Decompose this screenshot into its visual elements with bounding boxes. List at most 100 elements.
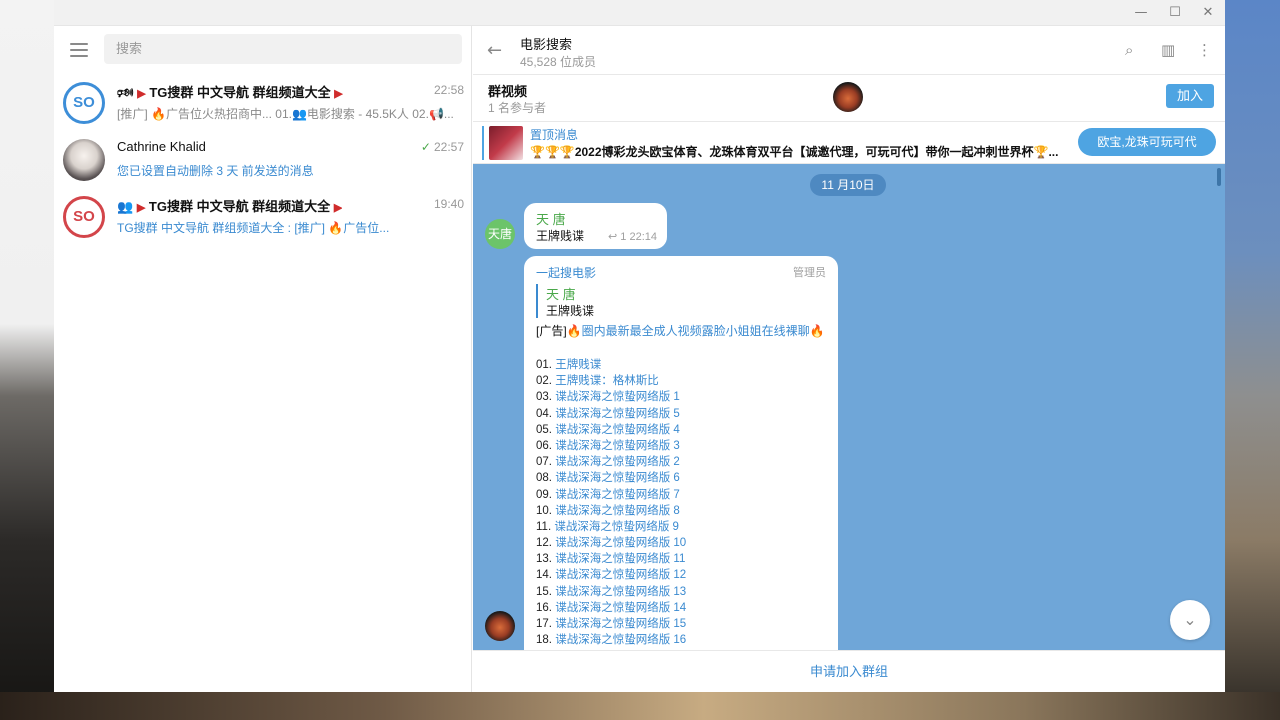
episode-item: 09. 谍战深海之惊蛰网络版 7 [536, 486, 686, 502]
sidebar-toggle-icon[interactable]: ▥ [1161, 41, 1175, 59]
episode-link[interactable]: 王牌贱谍 [555, 359, 601, 371]
episode-link[interactable]: 谍战深海之惊蛰网络版 3 [555, 440, 680, 452]
search-icon[interactable]: ⌕ [1125, 41, 1133, 59]
chat-list-item[interactable]: SO 👥 ▶ TG搜群 中文导航 群组频道大全 ▶ 19:40 TG搜群 中文导… [54, 188, 472, 245]
scrollbar[interactable] [1217, 168, 1221, 186]
episode-link[interactable]: 谍战深海之惊蛰网络版 2 [555, 456, 680, 468]
pinned-message-bar[interactable]: 置顶消息 🏆🏆🏆2022博彩龙头欧宝体育、龙珠体育双平台【诚邀代理，可玩可代】带… [473, 122, 1225, 164]
message-area[interactable]: 11 月10日 天唐 天 唐 王牌贱谍 ↩ 1 22:14 一起搜电影 管理员 … [473, 164, 1225, 650]
telegram-window: — ☐ ✕ 搜索 SO 🕬 ▶ TG搜群 中文导航 群组频道大全 ▶ 22:58… [54, 0, 1225, 692]
pin-indicator [482, 126, 484, 160]
episode-number: 09. [536, 488, 552, 501]
quote-sender: 天 唐 [546, 287, 576, 302]
chat-name: Cathrine Khalid [117, 139, 206, 154]
close-button[interactable]: ✕ [1199, 4, 1217, 22]
episode-item: 11. 谍战深海之惊蛰网络版 9 [536, 518, 686, 534]
episode-link[interactable]: 谍战深海之惊蛰网络版 7 [555, 489, 680, 501]
search-input[interactable]: 搜索 [104, 34, 462, 64]
more-options-icon[interactable]: ⋮ [1197, 41, 1212, 59]
avatar[interactable]: 天唐 [485, 219, 515, 249]
reply-count[interactable]: ↩ 1 [608, 231, 626, 243]
episode-item: 05. 谍战深海之惊蛰网络版 4 [536, 421, 686, 437]
pinned-action-button[interactable]: 欧宝,龙珠可玩可代 [1078, 128, 1216, 156]
message-bubble: 天 唐 王牌贱谍 ↩ 1 22:14 [524, 203, 667, 249]
episode-number: 11. [536, 520, 552, 533]
episode-item: 18. 谍战深海之惊蛰网络版 16 [536, 631, 686, 647]
chat-list-item[interactable]: Cathrine Khalid ✓ 22:57 您已设置自动删除 3 天 前发送的… [54, 131, 472, 188]
episode-number: 02. [536, 375, 552, 388]
episode-link[interactable]: 谍战深海之惊蛰网络版 8 [555, 505, 680, 517]
chat-list-item[interactable]: SO 🕬 ▶ TG搜群 中文导航 群组频道大全 ▶ 22:58 [推广] 🔥广告… [54, 74, 472, 131]
episode-link[interactable]: 谍战深海之惊蛰网络版 15 [555, 618, 686, 630]
episode-link[interactable]: 谍战深海之惊蛰网络版 14 [555, 602, 686, 614]
maximize-button[interactable]: ☐ [1166, 4, 1184, 22]
chat-time: 19:40 [433, 197, 464, 211]
read-check-icon: ✓ [420, 140, 431, 154]
episode-link[interactable]: 谍战深海之惊蛰网络版 13 [555, 586, 686, 598]
chat-title[interactable]: 电影搜索 [520, 34, 572, 53]
back-arrow-icon[interactable]: ← [487, 40, 502, 61]
episode-item: 17. 谍战深海之惊蛰网络版 15 [536, 615, 686, 631]
episode-link[interactable]: 谍战深海之惊蛰网络版 5 [555, 408, 680, 420]
episode-item: 06. 谍战深海之惊蛰网络版 3 [536, 437, 686, 453]
chat-preview: TG搜群 中文导航 群组频道大全 : [推广] 🔥广告位... [117, 221, 390, 235]
message-text: 王牌贱谍 [536, 229, 585, 243]
avatar: SO [63, 82, 105, 124]
episode-link[interactable]: 谍战深海之惊蛰网络版 9 [554, 521, 679, 533]
minimize-button[interactable]: — [1132, 4, 1150, 22]
episode-link[interactable]: 谍战深海之惊蛰网络版 10 [555, 537, 686, 549]
episode-link[interactable]: 谍战深海之惊蛰网络版 16 [555, 634, 686, 646]
episode-item: 13. 谍战深海之惊蛰网络版 11 [536, 550, 686, 566]
episode-link[interactable]: 谍战深海之惊蛰网络版 11 [555, 553, 685, 565]
episode-item: 03. 谍战深海之惊蛰网络版 1 [536, 388, 686, 404]
episode-number: 18. [536, 634, 552, 647]
menu-icon[interactable] [70, 43, 88, 57]
episode-number: 01. [536, 359, 552, 371]
group-icon: 👥 [117, 199, 134, 214]
flag-icon: ▶ [137, 88, 146, 100]
episode-item: 01. 王牌贱谍 [536, 356, 686, 372]
flag-icon: ▶ [136, 202, 146, 214]
episode-link[interactable]: 谍战深海之惊蛰网络版 4 [555, 424, 680, 436]
episode-link[interactable]: 谍战深海之惊蛰网络版 6 [555, 472, 680, 484]
episode-item: 10. 谍战深海之惊蛰网络版 8 [536, 502, 686, 518]
episode-item: 07. 谍战深海之惊蛰网络版 2 [536, 453, 686, 469]
member-count: 45,528 位成员 [520, 55, 597, 69]
episode-link[interactable]: 王牌贱谍：格林斯比 [555, 375, 659, 387]
join-video-button[interactable]: 加入 [1166, 84, 1214, 108]
episode-number: 16. [536, 601, 552, 614]
ad-link[interactable]: 圈内最新最全成人视频露脸小姐姐在线裸聊 [582, 324, 810, 338]
message-sender[interactable]: 一起搜电影 [536, 264, 596, 281]
avatar[interactable] [485, 611, 515, 641]
scroll-down-icon[interactable]: ⌄ [1170, 600, 1210, 640]
reply-quote[interactable]: 天 唐 王牌贱谍 [536, 284, 816, 318]
desktop-background-right [1225, 0, 1280, 720]
group-video-title: 群视频 [488, 84, 528, 99]
episode-number: 15. [536, 585, 552, 598]
date-separator: 11 月10日 [810, 174, 886, 196]
request-join-button[interactable]: 申请加入群组 [473, 650, 1225, 692]
pinned-title: 置顶消息 [530, 128, 579, 142]
episode-number: 06. [536, 439, 552, 452]
group-video-bar: 群视频 1 名参与者 加入 [473, 75, 1225, 122]
episode-number: 14. [536, 569, 552, 582]
episode-number: 12. [536, 537, 552, 550]
desktop-background-bottom [0, 692, 1280, 720]
episode-link[interactable]: 谍战深海之惊蛰网络版 12 [555, 569, 686, 581]
avatar [63, 139, 105, 181]
participant-avatar [833, 82, 863, 112]
episode-number: 13. [536, 553, 552, 566]
flag-icon: ▶ [333, 202, 343, 214]
ad-line: [广告]🔥圈内最新最全成人视频露脸小姐姐在线裸聊🔥 [536, 324, 825, 338]
episode-link[interactable]: 谍战深海之惊蛰网络版 1 [555, 391, 680, 403]
chat-list-panel: 搜索 SO 🕬 ▶ TG搜群 中文导航 群组频道大全 ▶ 22:58 [推广] … [54, 26, 472, 692]
episode-number: 17. [536, 618, 552, 630]
message-time: 22:14 [629, 231, 657, 243]
chat-time: 22:58 [433, 83, 464, 97]
episode-item: 02. 王牌贱谍：格林斯比 [536, 372, 686, 388]
quote-text: 王牌贱谍 [546, 304, 595, 318]
chat-preview: [推广] 🔥广告位火热招商中... 01.👥电影搜索 - 45.5K人 02.📢… [117, 107, 454, 121]
message-sender[interactable]: 天 唐 [536, 209, 566, 228]
group-video-participants: 1 名参与者 [488, 101, 547, 115]
episode-number: 10. [536, 504, 552, 517]
